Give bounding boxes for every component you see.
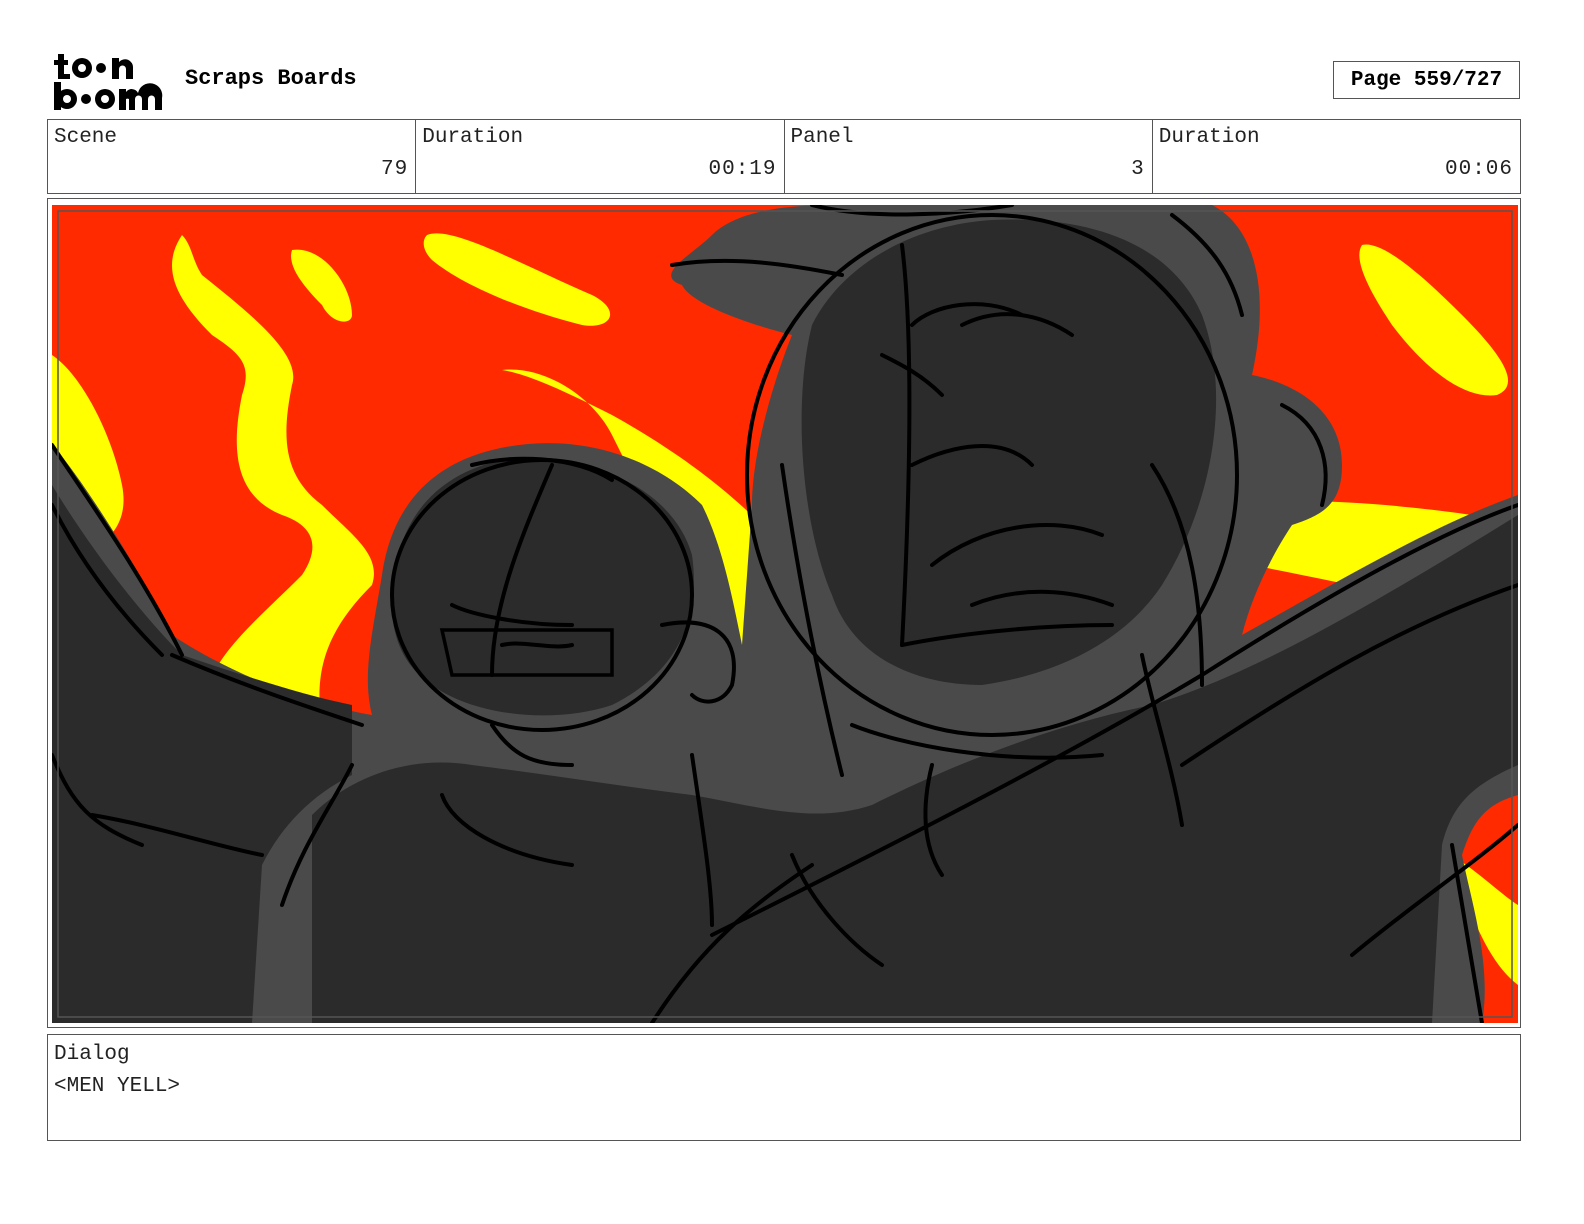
- panel-info-row: Scene 79 Duration 00:19 Panel 3 Duration…: [47, 119, 1521, 194]
- storyboard-drawing: [52, 205, 1518, 1023]
- toonboom-logo: [54, 54, 163, 110]
- panel-label: Panel: [790, 126, 854, 149]
- scene-cell: Scene 79: [48, 120, 417, 193]
- dialog-label: Dialog: [54, 1043, 130, 1066]
- panel-duration-cell: Duration 00:06: [1153, 120, 1520, 193]
- panel-value: 3: [1131, 158, 1145, 181]
- scene-duration-value: 00:19: [708, 158, 777, 181]
- scene-duration-label: Duration: [422, 126, 524, 149]
- dialog-text: <MEN YELL>: [54, 1075, 181, 1098]
- project-title: Scraps Boards: [185, 66, 357, 91]
- dialog-box: Dialog <MEN YELL>: [47, 1034, 1521, 1141]
- panel-cell: Panel 3: [785, 120, 1153, 193]
- scene-label: Scene: [54, 126, 118, 149]
- panel-duration-value: 00:06: [1444, 158, 1513, 181]
- storyboard-panel-frame: [47, 198, 1521, 1028]
- scene-duration-cell: Duration 00:19: [416, 120, 785, 193]
- scene-value: 79: [381, 158, 409, 181]
- page-indicator: Page 559/727: [1333, 61, 1520, 99]
- panel-duration-label: Duration: [1158, 126, 1260, 149]
